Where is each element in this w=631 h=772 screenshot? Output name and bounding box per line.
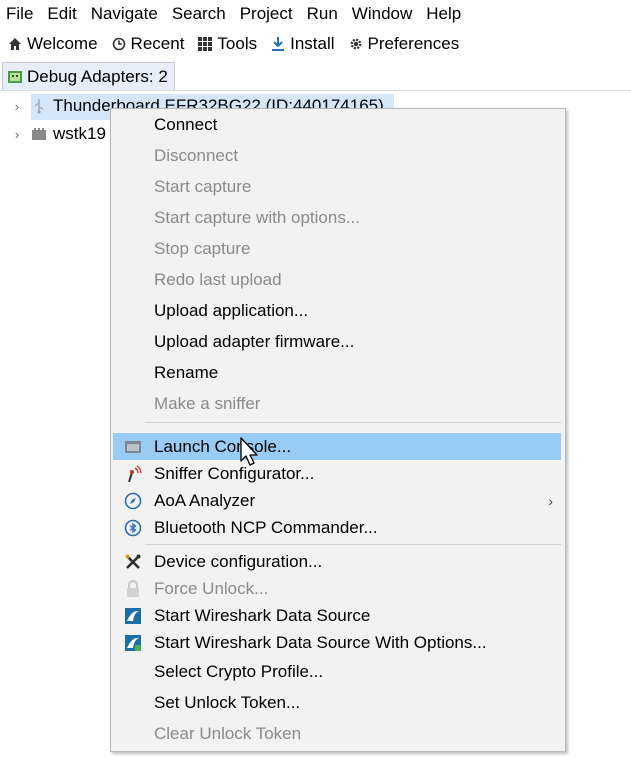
expand-chevron-icon[interactable]: › — [9, 127, 25, 142]
tree-row-label: wstk19 — [53, 124, 106, 143]
menu-item-make-sniffer[interactable]: Make a sniffer — [111, 390, 565, 417]
tab-debug-adapters[interactable]: Debug Adapters: 2 — [2, 62, 175, 90]
menu-separator — [145, 422, 561, 423]
wireshark-options-icon — [124, 634, 142, 652]
compass-icon — [124, 492, 142, 510]
menu-run[interactable]: Run — [300, 0, 345, 27]
menu-item-launch-console[interactable]: Launch Console... — [113, 433, 561, 460]
adapter-icon — [7, 69, 23, 85]
menu-file[interactable]: File — [0, 0, 40, 27]
menu-item-start-capture[interactable]: Start capture — [111, 173, 565, 200]
menu-item-rename[interactable]: Rename — [111, 359, 565, 386]
menu-item-set-unlock-token[interactable]: Set Unlock Token... — [111, 689, 565, 716]
menu-project[interactable]: Project — [233, 0, 300, 27]
menu-item-upload-application[interactable]: Upload application... — [111, 297, 565, 324]
menu-item-aoa-analyzer[interactable]: AoA Analyzer › — [111, 487, 565, 514]
menu-navigate[interactable]: Navigate — [84, 0, 165, 27]
preferences-label: Preferences — [367, 33, 460, 53]
menu-item-force-unlock[interactable]: Force Unlock... — [111, 575, 565, 602]
recent-button[interactable]: Recent — [111, 33, 185, 54]
sniffer-icon — [124, 464, 142, 483]
download-icon — [270, 36, 286, 52]
tab-debug-adapters-label: Debug Adapters: 2 — [27, 66, 168, 86]
grid-icon — [197, 36, 213, 52]
install-button[interactable]: Install — [270, 33, 335, 54]
menu-item-sniffer-configurator[interactable]: Sniffer Configurator... — [111, 460, 565, 487]
menu-item-start-wireshark-options[interactable]: Start Wireshark Data Source With Options… — [111, 629, 565, 656]
bluetooth-icon — [124, 519, 142, 537]
home-icon — [7, 36, 23, 52]
preferences-button[interactable]: Preferences — [348, 33, 460, 54]
menu-item-start-wireshark[interactable]: Start Wireshark Data Source — [111, 602, 565, 629]
context-menu: Connect Disconnect Start capture Start c… — [110, 108, 566, 752]
toolbar: Welcome Recent Tools Install Preferences — [0, 30, 631, 57]
menu-bar: File Edit Navigate Search Project Run Wi… — [0, 0, 631, 27]
menu-item-select-crypto-profile[interactable]: Select Crypto Profile... — [111, 658, 565, 685]
menu-item-connect[interactable]: Connect — [111, 111, 565, 138]
menu-help[interactable]: Help — [419, 0, 468, 27]
usb-icon — [31, 98, 47, 114]
menu-item-upload-adapter-firmware[interactable]: Upload adapter firmware... — [111, 328, 565, 355]
menu-item-disconnect[interactable]: Disconnect — [111, 142, 565, 169]
menu-item-stop-capture[interactable]: Stop capture — [111, 235, 565, 262]
menu-edit[interactable]: Edit — [40, 0, 83, 27]
menu-search[interactable]: Search — [165, 0, 233, 27]
clock-icon — [111, 36, 127, 52]
expand-chevron-icon[interactable]: › — [9, 99, 25, 114]
menu-item-bluetooth-ncp-commander[interactable]: Bluetooth NCP Commander... — [111, 514, 565, 541]
tree-row-wstk[interactable]: › wstk19 — [0, 120, 106, 148]
wireshark-icon — [124, 607, 142, 625]
lock-icon — [124, 579, 142, 598]
menu-item-device-configuration[interactable]: Device configuration... — [111, 548, 565, 575]
network-adapter-icon — [31, 126, 47, 142]
menu-separator — [145, 544, 561, 545]
submenu-arrow-icon: › — [548, 492, 553, 509]
menu-item-clear-unlock-token[interactable]: Clear Unlock Token — [111, 720, 565, 747]
mouse-pointer-icon — [240, 437, 258, 466]
recent-label: Recent — [130, 33, 185, 53]
console-icon — [124, 438, 142, 456]
tools-icon — [124, 553, 142, 571]
gear-icon — [348, 36, 364, 52]
tools-button[interactable]: Tools — [197, 34, 257, 54]
menu-window[interactable]: Window — [345, 0, 419, 27]
menu-item-start-capture-options[interactable]: Start capture with options... — [111, 204, 565, 231]
install-label: Install — [290, 33, 335, 53]
welcome-button[interactable]: Welcome — [7, 34, 98, 54]
welcome-label: Welcome — [27, 33, 98, 53]
tools-label: Tools — [217, 33, 258, 53]
view-tab-bar: Debug Adapters: 2 — [0, 60, 631, 91]
menu-item-redo-last-upload[interactable]: Redo last upload — [111, 266, 565, 293]
